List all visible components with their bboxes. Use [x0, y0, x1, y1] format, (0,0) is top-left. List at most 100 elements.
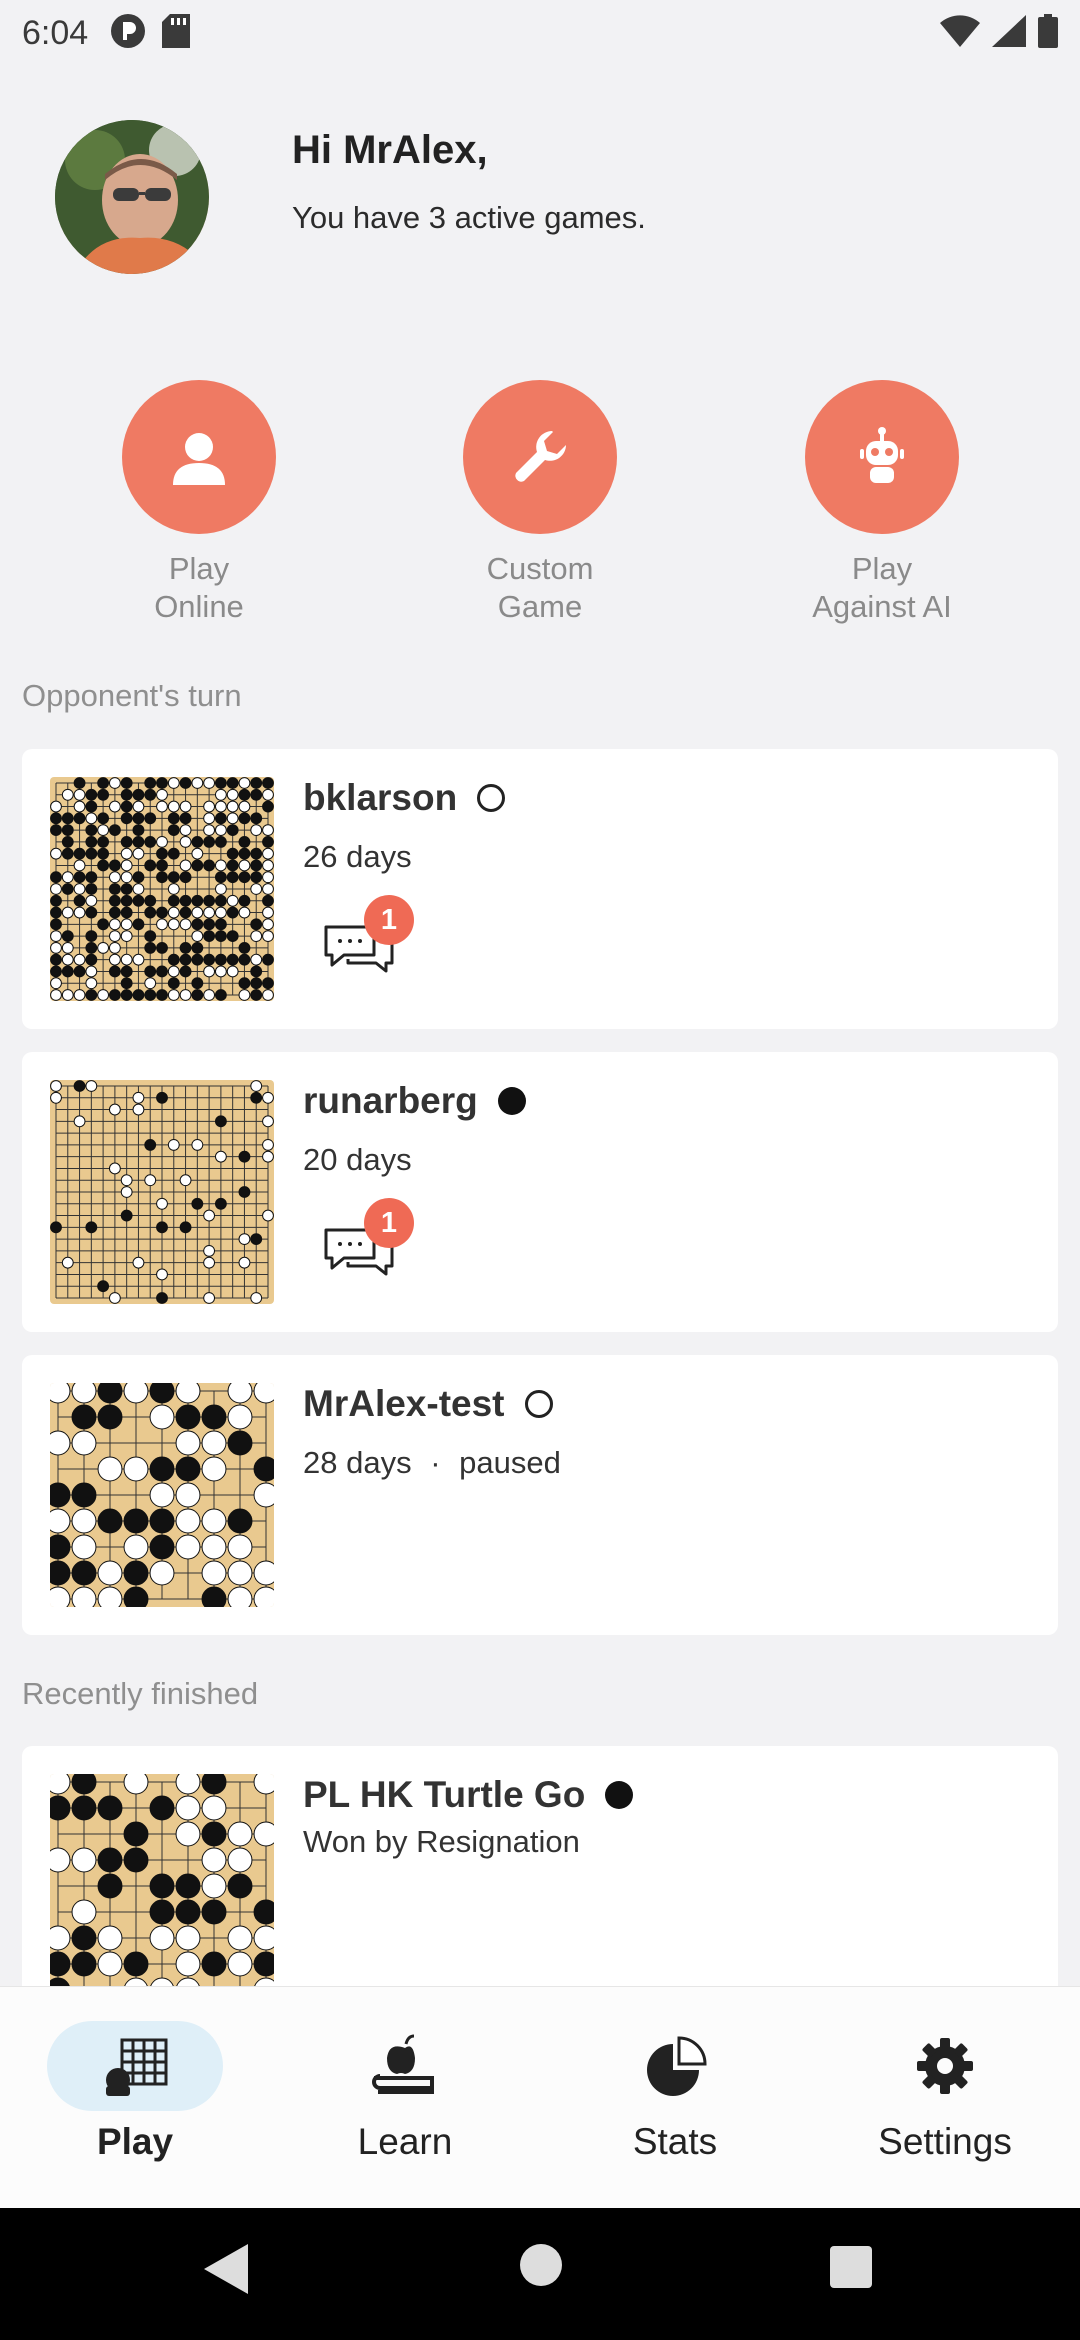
- white-stone: [191, 847, 204, 860]
- black-stone: [191, 1197, 204, 1210]
- game-card-mralex-test[interactable]: MrAlex-test 28 days · paused: [22, 1355, 1058, 1635]
- white-stone: [214, 859, 227, 872]
- white-stone: [253, 1482, 274, 1508]
- pie-chart-icon: [587, 2021, 763, 2111]
- white-stone: [253, 1560, 274, 1586]
- black-stone: [61, 812, 74, 825]
- white-stone: [73, 989, 86, 1001]
- robot-icon: [805, 380, 959, 534]
- black-stone: [214, 1115, 227, 1128]
- nav-play[interactable]: Play: [0, 2021, 270, 2163]
- nav-stats[interactable]: Stats: [540, 2021, 810, 2163]
- black-stone: [50, 812, 62, 825]
- black-stone: [149, 1899, 175, 1925]
- black-stone: [250, 918, 263, 931]
- black-stone: [50, 965, 62, 978]
- white-stone: [201, 1847, 227, 1873]
- black-stone: [123, 1821, 149, 1847]
- white-stone: [238, 859, 251, 872]
- black-stone: [156, 1292, 168, 1304]
- black-stone: [97, 835, 110, 848]
- white-stone: [97, 1586, 123, 1607]
- white-stone: [201, 1795, 227, 1821]
- white-stone: [97, 941, 110, 954]
- black-stone: [226, 859, 239, 872]
- black-stone: [50, 871, 62, 884]
- white-stone: [175, 1482, 201, 1508]
- white-stone: [50, 930, 62, 943]
- black-stone: [61, 883, 74, 895]
- white-stone: [253, 1586, 274, 1607]
- home-icon[interactable]: [520, 2244, 562, 2291]
- wifi-icon: [940, 14, 980, 52]
- white-stone: [179, 1174, 192, 1187]
- black-stone: [50, 824, 62, 837]
- black-stone: [85, 847, 98, 860]
- white-stone: [226, 965, 239, 978]
- notification-p-icon: [110, 13, 146, 54]
- white-stone: [227, 1925, 253, 1951]
- white-stone: [253, 1774, 274, 1795]
- nav-learn[interactable]: Learn: [270, 2021, 540, 2163]
- black-stone: [61, 835, 74, 848]
- black-stone: [203, 835, 216, 848]
- game-card-bklarson[interactable]: bklarson 26 days 1: [22, 749, 1058, 1029]
- white-stone: [73, 953, 86, 966]
- nav-settings[interactable]: Settings: [810, 2021, 1080, 2163]
- cell-signal-icon: [992, 14, 1026, 52]
- black-stone: [123, 1560, 149, 1586]
- black-stone: [50, 1560, 71, 1586]
- play-against-ai-label: Play Against AI: [812, 551, 952, 624]
- status-time: 6:04: [22, 13, 89, 52]
- black-stone: [253, 1899, 274, 1925]
- black-stone: [97, 859, 110, 872]
- white-stone: [175, 1430, 201, 1456]
- recents-icon[interactable]: [830, 2246, 872, 2293]
- black-stone: [120, 788, 133, 801]
- black-stone: [108, 894, 121, 907]
- white-stone: [73, 800, 86, 813]
- white-stone: [108, 941, 121, 954]
- play-online-button[interactable]: Play Online: [69, 380, 329, 626]
- white-stone: [132, 847, 145, 860]
- black-stone: [132, 871, 145, 884]
- black-stone: [156, 871, 168, 884]
- white-stone: [97, 989, 110, 1001]
- black-stone: [238, 894, 251, 907]
- black-stone: [175, 1404, 201, 1430]
- white-stone: [191, 1138, 204, 1151]
- black-stone: [156, 847, 168, 860]
- black-stone: [191, 859, 204, 872]
- white-stone: [50, 800, 62, 813]
- black-stone: [226, 824, 239, 837]
- white-stone: [238, 906, 251, 919]
- custom-game-button[interactable]: Custom Game: [410, 380, 670, 626]
- avatar[interactable]: [55, 120, 209, 274]
- black-stone: [97, 812, 110, 825]
- white-stone: [203, 989, 216, 1001]
- white-stone: [149, 1925, 175, 1951]
- white-stone: [149, 1404, 175, 1430]
- white-stone: [132, 953, 145, 966]
- white-stone: [262, 918, 274, 931]
- game-card-runarberg[interactable]: runarberg 20 days 1: [22, 1052, 1058, 1332]
- play-against-ai-button[interactable]: Play Against AI: [752, 380, 1012, 626]
- black-stone: [203, 859, 216, 872]
- white-stone: [120, 930, 133, 943]
- white-stone: [73, 859, 86, 872]
- white-stone: [250, 930, 263, 943]
- white-stone: [71, 1383, 97, 1404]
- white-stone: [201, 1508, 227, 1534]
- white-stone: [227, 1560, 253, 1586]
- finished-game-card[interactable]: PL HK Turtle Go Won by Resignation: [22, 1746, 1058, 1986]
- white-stone: [73, 788, 86, 801]
- black-stone: [191, 941, 204, 954]
- white-stone: [132, 1091, 145, 1104]
- chat-button[interactable]: 1: [322, 895, 414, 979]
- black-stone: [71, 1404, 97, 1430]
- black-stone: [167, 824, 180, 837]
- chat-button[interactable]: 1: [322, 1198, 414, 1282]
- black-stone: [132, 788, 145, 801]
- back-icon[interactable]: [204, 2244, 248, 2299]
- board-thumbnail: [50, 1774, 274, 1986]
